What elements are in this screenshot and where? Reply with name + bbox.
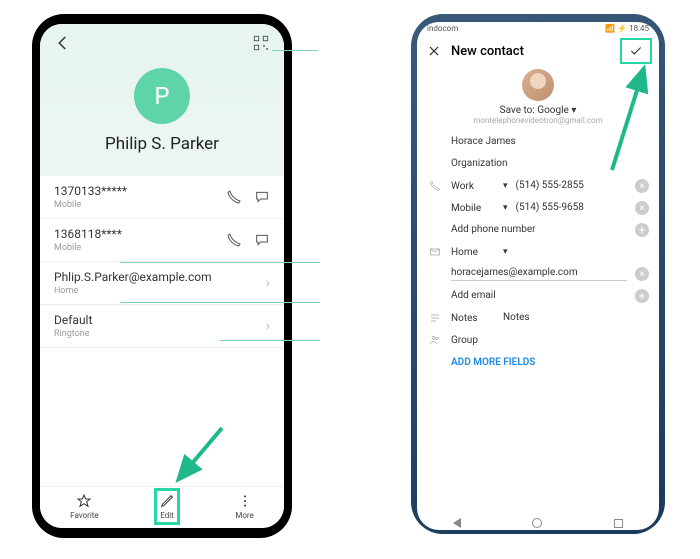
chevron-right-icon: › <box>266 275 270 291</box>
ringtone-label: Ringtone <box>54 329 266 339</box>
close-icon[interactable] <box>427 44 441 58</box>
email-type[interactable]: Home <box>451 247 495 258</box>
contact-name: Philip S. Parker <box>40 134 284 154</box>
favorite-label: Favorite <box>70 511 98 520</box>
phone-number: 1368118**** <box>54 227 226 241</box>
phone-value: (514) 555-2855 <box>516 180 627 192</box>
more-label: More <box>235 511 253 520</box>
email-type-row[interactable]: Home ▾ <box>427 241 649 263</box>
add-phone-label: Add phone number <box>451 224 627 236</box>
phone-number: 1370133***** <box>54 184 226 198</box>
edit-label: Edit <box>160 511 174 520</box>
add-email-row[interactable]: Add email + <box>427 285 649 307</box>
save-to-row[interactable]: Save to: Google ▾ <box>427 105 649 116</box>
phone-field[interactable]: Mobile ▾ (514) 555-9658 × <box>427 197 649 219</box>
clear-icon[interactable]: × <box>635 267 649 281</box>
carrier: indocom <box>427 24 458 33</box>
contact-list: 1370133***** Mobile 1368118**** Mobile <box>40 176 284 486</box>
group-row[interactable]: Group <box>427 329 649 351</box>
email-field[interactable]: horacejames@example.com × <box>427 263 649 285</box>
nav-home-icon[interactable] <box>532 518 542 528</box>
email-address: Phlip.S.Parker@example.com <box>54 270 266 284</box>
screen-right: indocom 📶 ⚡ 18:45 New contact Save to: G… <box>417 22 659 530</box>
more-button[interactable]: More <box>235 493 253 520</box>
avatar-letter: P <box>154 82 169 110</box>
message-icon[interactable] <box>254 232 270 248</box>
phone-value: (514) 555-9658 <box>516 202 627 214</box>
time: 18:45 <box>629 24 649 33</box>
clear-icon[interactable]: × <box>635 201 649 215</box>
chevron-right-icon: › <box>266 318 270 334</box>
chevron-down-icon: ▾ <box>503 181 508 191</box>
back-icon[interactable] <box>54 34 72 52</box>
save-to-value: Google <box>537 105 569 116</box>
bottom-bar: Favorite Edit More <box>40 486 284 528</box>
notes-row[interactable]: Notes Notes <box>427 307 649 329</box>
name-field[interactable]: Horace James <box>427 131 649 153</box>
notes-icon <box>427 312 443 324</box>
contact-form: Save to: Google ▾ montelephonevideotron@… <box>417 67 659 514</box>
clear-icon[interactable]: × <box>635 179 649 193</box>
header <box>40 24 284 62</box>
plus-icon: + <box>635 289 649 303</box>
phone-frame-right: indocom 📶 ⚡ 18:45 New contact Save to: G… <box>411 14 665 534</box>
call-icon[interactable] <box>226 232 242 248</box>
notes-label: Notes <box>451 313 495 324</box>
chevron-down-icon: ▾ <box>571 105 576 116</box>
qr-icon[interactable] <box>252 34 270 52</box>
call-icon[interactable] <box>226 189 242 205</box>
callout-line <box>120 262 320 263</box>
nav-recent-icon[interactable] <box>614 519 623 528</box>
ringtone-row[interactable]: Default Ringtone › <box>40 305 284 348</box>
organization-placeholder: Organization <box>451 158 649 170</box>
email-row[interactable]: Phlip.S.Parker@example.com Home › <box>40 262 284 305</box>
android-navbar <box>417 514 659 530</box>
group-label: Group <box>451 335 495 346</box>
page-title: New contact <box>451 44 613 59</box>
contact-hero: P Philip S. Parker <box>40 62 284 176</box>
add-email-label: Add email <box>451 290 627 302</box>
mail-icon <box>427 246 443 258</box>
avatar[interactable]: P <box>134 68 190 124</box>
status-icons: 📶 ⚡ 18:45 <box>605 24 649 33</box>
group-icon <box>427 334 443 346</box>
favorite-button[interactable]: Favorite <box>70 493 98 520</box>
edit-icon <box>159 493 175 509</box>
plus-icon: + <box>635 223 649 237</box>
chevron-down-icon: ▾ <box>503 247 508 257</box>
phone-type: Mobile <box>54 243 226 253</box>
screen-left: P Philip S. Parker 1370133***** Mobile 1… <box>40 24 284 528</box>
status-bar: indocom 📶 ⚡ 18:45 <box>417 22 659 35</box>
phone-icon <box>427 180 443 192</box>
email-type: Home <box>54 286 266 296</box>
name-value: Horace James <box>451 136 649 148</box>
phone-type[interactable]: Work <box>451 181 495 192</box>
star-icon <box>76 493 92 509</box>
add-phone-row[interactable]: Add phone number + <box>427 219 649 241</box>
phone-row[interactable]: 1370133***** Mobile <box>40 176 284 219</box>
email-value: horacejames@example.com <box>451 267 627 281</box>
callout-line <box>272 50 318 51</box>
title-bar: New contact <box>417 35 659 67</box>
phone-frame-left: P Philip S. Parker 1370133***** Mobile 1… <box>32 14 292 538</box>
chevron-down-icon: ▾ <box>503 203 508 213</box>
account-email: montelephonevideotron@gmail.com <box>427 116 649 125</box>
avatar-image[interactable] <box>522 69 554 101</box>
add-more-fields[interactable]: ADD MORE FIELDS <box>427 351 649 372</box>
callout-line <box>120 302 320 303</box>
confirm-button[interactable] <box>623 41 649 61</box>
phone-type[interactable]: Mobile <box>451 203 495 214</box>
notes-placeholder: Notes <box>503 312 649 324</box>
edit-button[interactable]: Edit <box>159 493 175 520</box>
more-icon <box>237 493 253 509</box>
nav-back-icon[interactable] <box>453 518 461 528</box>
phone-field[interactable]: Work ▾ (514) 555-2855 × <box>427 175 649 197</box>
save-to-label: Save to: <box>500 105 535 116</box>
message-icon[interactable] <box>254 189 270 205</box>
callout-line <box>220 340 320 341</box>
phone-type: Mobile <box>54 200 226 210</box>
organization-field[interactable]: Organization <box>427 153 649 175</box>
ringtone-value: Default <box>54 313 266 327</box>
phone-row[interactable]: 1368118**** Mobile <box>40 219 284 262</box>
